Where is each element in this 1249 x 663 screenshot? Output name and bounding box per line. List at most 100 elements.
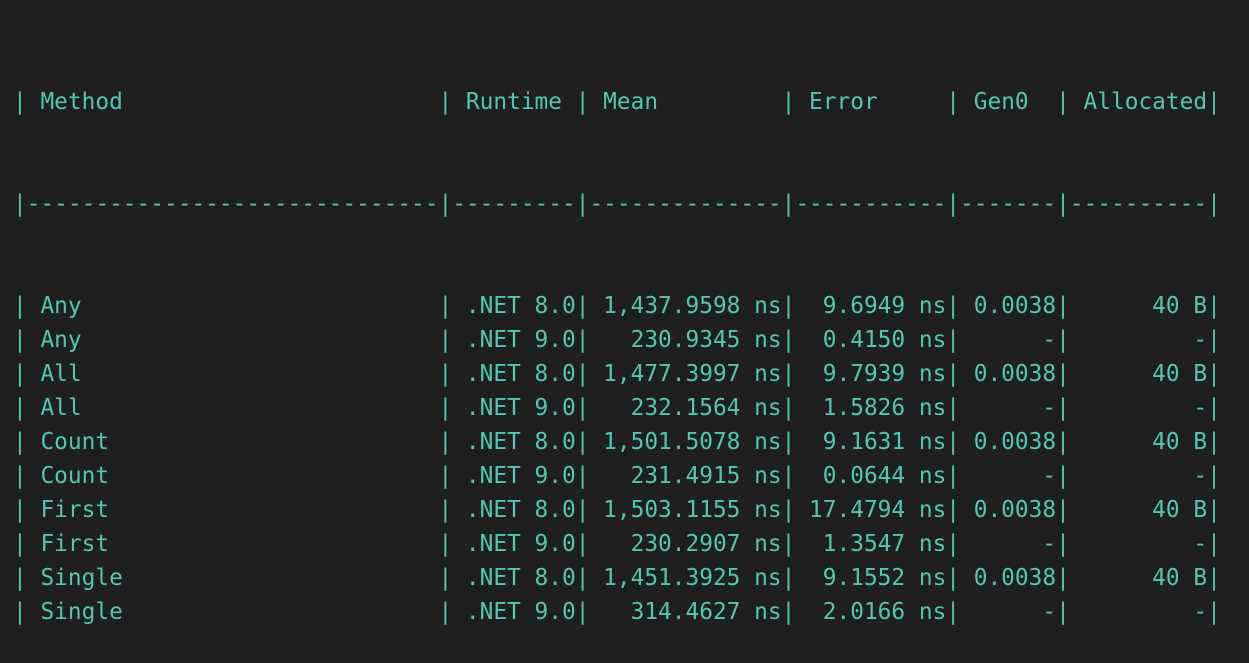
column-separator: |: [575, 293, 590, 319]
cell-runtime: .NET 8.0: [452, 429, 576, 455]
table-row: | First | .NET 8.0| 1,503.1155 ns| 17.4794 …: [13, 493, 1221, 527]
column-separator: |: [575, 327, 590, 353]
cell-runtime: .NET 9.0: [452, 599, 576, 625]
table-row: | Count | .NET 9.0| 231.4915 ns| 0.0644 ns|…: [13, 459, 1221, 493]
cell-mean: 230.2907 ns: [630, 531, 782, 557]
column-separator: |: [13, 395, 27, 421]
column-separator: |: [575, 531, 590, 557]
separator-error: -----------: [795, 191, 947, 217]
column-separator: |: [1056, 599, 1070, 625]
column-separator: |: [1056, 191, 1070, 217]
cell-allocated: -: [1193, 463, 1208, 489]
column-separator: |: [575, 191, 590, 217]
column-separator: |: [13, 293, 27, 319]
column-separator: |: [781, 89, 796, 115]
column-separator: |: [438, 599, 453, 625]
table-row: | All | .NET 8.0| 1,477.3997 ns| 9.7939 ns|…: [13, 357, 1221, 391]
column-separator: |: [1207, 497, 1221, 523]
column-separator: |: [438, 327, 453, 353]
column-separator: |: [781, 497, 796, 523]
column-separator: |: [1056, 531, 1070, 557]
cell-method: Any: [26, 293, 82, 319]
column-separator: |: [13, 327, 27, 353]
separator-gen0: -------: [960, 191, 1057, 217]
column-separator: |: [1056, 361, 1070, 387]
column-separator: |: [781, 327, 796, 353]
column-separator: |: [946, 463, 961, 489]
cell-gen0: 0.0038: [973, 497, 1057, 523]
column-separator: |: [1056, 497, 1070, 523]
column-separator: |: [946, 395, 961, 421]
cell-error: 1.3547 ns: [822, 531, 947, 557]
column-separator: |: [13, 599, 27, 625]
column-separator: |: [438, 497, 453, 523]
cell-method: All: [26, 395, 82, 421]
header-allocated: Allocated: [1069, 89, 1208, 115]
column-separator: |: [575, 89, 590, 115]
column-separator: |: [1207, 463, 1221, 489]
column-separator: |: [575, 565, 590, 591]
column-separator: |: [13, 463, 27, 489]
cell-method: Single: [26, 565, 123, 591]
cell-allocated: 40 B: [1152, 429, 1208, 455]
cell-error: 0.0644 ns: [822, 463, 947, 489]
column-separator: |: [946, 429, 961, 455]
column-separator: |: [1056, 293, 1070, 319]
column-separator: |: [946, 497, 961, 523]
column-separator: |: [438, 89, 453, 115]
cell-error: 0.4150 ns: [822, 327, 947, 353]
cell-allocated: 40 B: [1152, 497, 1208, 523]
column-separator: |: [13, 191, 27, 217]
cell-error: 9.1552 ns: [822, 565, 947, 591]
column-separator: |: [575, 395, 590, 421]
column-separator: |: [781, 599, 796, 625]
cell-error: 17.4794 ns: [809, 497, 947, 523]
cell-runtime: .NET 8.0: [452, 497, 576, 523]
column-separator: |: [946, 361, 961, 387]
column-separator: |: [438, 429, 453, 455]
column-separator: |: [1207, 599, 1221, 625]
cell-runtime: .NET 9.0: [452, 531, 576, 557]
cell-error: 9.6949 ns: [822, 293, 947, 319]
column-separator: |: [781, 565, 796, 591]
cell-gen0: -: [1042, 327, 1057, 353]
header-runtime: Runtime: [452, 89, 576, 115]
column-separator: |: [13, 89, 27, 115]
column-separator: |: [1056, 429, 1070, 455]
cell-mean: 1,501.5078 ns: [603, 429, 782, 455]
column-separator: |: [946, 565, 961, 591]
column-separator: |: [438, 191, 453, 217]
table-header-row: | Method | Runtime | Mean | Error | Gen0 | A…: [13, 85, 1221, 119]
column-separator: |: [1207, 531, 1221, 557]
cell-error: 2.0166 ns: [822, 599, 947, 625]
cell-mean: 1,437.9598 ns: [603, 293, 782, 319]
column-separator: |: [1207, 361, 1221, 387]
cell-gen0: 0.0038: [973, 429, 1057, 455]
cell-mean: 231.4915 ns: [630, 463, 782, 489]
column-separator: |: [946, 531, 961, 557]
cell-mean: 1,451.3925 ns: [603, 565, 782, 591]
cell-gen0: 0.0038: [973, 565, 1057, 591]
column-separator: |: [1056, 565, 1070, 591]
header-method: Method: [26, 89, 123, 115]
column-separator: |: [13, 531, 27, 557]
cell-allocated: 40 B: [1152, 293, 1208, 319]
column-separator: |: [1207, 89, 1221, 115]
column-separator: |: [1056, 327, 1070, 353]
column-separator: |: [946, 327, 961, 353]
column-separator: |: [946, 89, 961, 115]
benchmark-results-table: | Method | Runtime | Mean | Error | Gen0 | A…: [13, 17, 1221, 663]
cell-runtime: .NET 8.0: [452, 565, 576, 591]
column-separator: |: [1207, 191, 1221, 217]
separator-allocated: ----------: [1069, 191, 1208, 217]
table-separator-row: |------------------------------|--------…: [13, 187, 1221, 221]
column-separator: |: [575, 361, 590, 387]
cell-runtime: .NET 9.0: [452, 463, 576, 489]
table-row: | Any | .NET 9.0| 230.9345 ns| 0.4150 ns| -|…: [13, 323, 1221, 357]
cell-mean: 232.1564 ns: [630, 395, 782, 421]
table-row: | All | .NET 9.0| 232.1564 ns| 1.5826 ns| -|…: [13, 391, 1221, 425]
column-separator: |: [781, 429, 796, 455]
column-separator: |: [438, 293, 453, 319]
column-separator: |: [13, 497, 27, 523]
column-separator: |: [438, 361, 453, 387]
